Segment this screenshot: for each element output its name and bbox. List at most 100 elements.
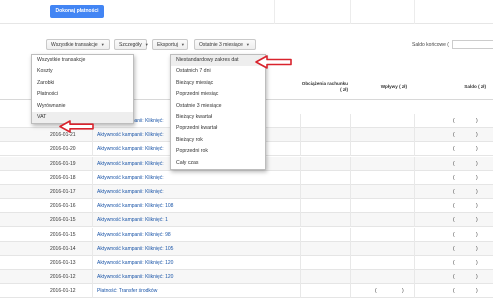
table-row: 2016-01-15 Aktywność kampanii: Kliknięć: … (0, 213, 493, 228)
column-divider (300, 227, 301, 242)
chevron-down-icon: ▼ (180, 42, 185, 47)
row-date: 2016-01-12 (50, 288, 76, 295)
row-description-link[interactable]: Płatność: Transfer środków (97, 288, 157, 294)
column-divider (92, 213, 93, 228)
menu-item[interactable]: Bieżący rok (171, 135, 265, 146)
column-divider (414, 114, 415, 128)
menu-item[interactable]: Bieżący kwartał (171, 112, 265, 123)
column-divider (300, 156, 301, 171)
payments-column-header[interactable]: Wpływy ( zł) (355, 84, 407, 90)
row-date: 2016-01-19 (50, 160, 76, 167)
column-divider (414, 185, 415, 199)
row-description-link[interactable]: Aktywność kampanii: Kliknięć: (97, 161, 164, 167)
menu-item[interactable]: Płatności (32, 89, 133, 100)
row-date: 2016-01-15 (50, 231, 76, 238)
transactions-filter-menu: Wszystkie transakcje Koszty Zarobki Płatnoś… (31, 54, 134, 125)
column-divider (350, 128, 351, 143)
row-description-link[interactable]: Aktywność kampanii: Kliknięć: (97, 189, 164, 195)
menu-item[interactable]: Ostatnich 7 dni (171, 66, 265, 77)
row-description-link[interactable]: Aktywność kampanii: Kliknięć: (97, 175, 164, 181)
menu-item[interactable]: Koszty (32, 66, 133, 77)
menu-item[interactable]: Poprzedni rok (171, 146, 265, 157)
row-description-link[interactable]: Aktywność kampanii: Kliknięć: 120 (97, 260, 173, 266)
menu-item[interactable]: Bieżący miesiąc (171, 78, 265, 89)
row-description-link[interactable]: Aktywność kampanii: Kliknięć: 120 (97, 274, 173, 280)
table-row: 2016-01-18 Aktywność kampanii: Kliknięć: … (0, 170, 493, 185)
payment-amount-close: ) (402, 288, 404, 295)
column-divider (92, 170, 93, 185)
row-date: 2016-01-12 (50, 274, 76, 281)
table-row: 2016-01-15 Aktywność kampanii: Kliknięć: … (0, 227, 493, 242)
column-divider (350, 170, 351, 185)
menu-item[interactable]: Niestandardowy zakres dat (171, 55, 265, 67)
table-row: 2016-01-14 Aktywność kampanii: Kliknięć: … (0, 241, 493, 256)
export-dropdown[interactable]: Eksportuj ▼ (152, 39, 188, 50)
menu-item[interactable]: Wyrównanie (32, 101, 133, 112)
column-divider (92, 284, 93, 298)
balance-amount-close: ) (476, 274, 478, 281)
column-divider (350, 256, 351, 270)
table-row: 2016-01-16 Aktywność kampanii: Kliknięć: … (0, 199, 493, 214)
row-date: 2016-01-17 (50, 189, 76, 195)
column-divider (350, 213, 351, 228)
balance-column-header[interactable]: Saldo ( zł) (430, 84, 486, 90)
make-payment-button[interactable]: Dokonaj płatności (50, 5, 104, 18)
details-label: Szczegóły (119, 42, 142, 48)
details-dropdown[interactable]: Szczegóły ▼ (114, 39, 149, 50)
column-divider (92, 270, 93, 285)
balance-amount-close: ) (476, 288, 478, 295)
column-divider (92, 185, 93, 199)
column-divider (92, 241, 93, 256)
charges-column-header[interactable]: Obciążenia rachunku ( zł) (300, 81, 348, 93)
row-description-link[interactable]: Aktywność kampanii: Kliknięć: 105 (97, 246, 173, 252)
column-divider (350, 142, 351, 157)
column-divider (300, 256, 301, 270)
left-arrow-icon (255, 55, 292, 69)
balance-amount-close: ) (476, 146, 478, 153)
balance-amount-close: ) (476, 260, 478, 266)
menu-item[interactable]: Poprzedni kwartał (171, 123, 265, 134)
column-divider (300, 270, 301, 285)
balance-amount-open: ( (453, 274, 455, 281)
balance-amount-close: ) (476, 174, 478, 181)
menu-item[interactable]: Ostatnie 3 miesiące (171, 101, 265, 112)
payment-amount-open: ( (375, 288, 377, 295)
row-description-link[interactable]: Aktywność kampanii: Kliknięć: 108 (97, 203, 173, 209)
column-divider (414, 256, 415, 270)
balance-amount-close: ) (476, 132, 478, 139)
period-label: Ostatnie 3 miesiące (199, 42, 243, 48)
menu-item[interactable]: Wszystkie transakcje (32, 55, 133, 66)
column-divider (92, 256, 93, 270)
column-divider (300, 284, 301, 298)
row-date: 2016-01-20 (50, 146, 76, 153)
column-divider (92, 199, 93, 214)
row-description-link[interactable]: Aktywność kampanii: Kliknięć: 1 (97, 217, 168, 223)
row-description-link[interactable]: Aktywność kampanii: Kliknięć: (97, 146, 164, 152)
column-divider (414, 213, 415, 228)
menu-item[interactable]: Cały czas (171, 158, 265, 169)
balance-amount-close: ) (476, 118, 478, 124)
balance-amount-close: ) (476, 245, 478, 252)
menu-item[interactable]: Poprzedni miesiąc (171, 89, 265, 100)
row-date: 2016-01-14 (50, 245, 76, 252)
balance-amount-close: ) (476, 160, 478, 167)
balance-amount-open: ( (453, 203, 455, 210)
column-divider (300, 213, 301, 228)
column-divider (350, 227, 351, 242)
row-description-link[interactable]: Aktywność kampanii: Kliknięć: 98 (97, 232, 171, 238)
chevron-down-icon: ▼ (100, 42, 105, 47)
transactions-filter-dropdown[interactable]: Wszystkie transakcje ▼ (46, 39, 110, 50)
menu-item[interactable]: Zarobki (32, 78, 133, 89)
period-dropdown[interactable]: Ostatnie 3 miesiące ▼ (194, 39, 256, 50)
column-divider (414, 199, 415, 214)
row-date: 2016-01-15 (50, 217, 76, 224)
column-divider (92, 142, 93, 157)
balance-amount-open: ( (453, 189, 455, 195)
balance-amount-open: ( (453, 132, 455, 139)
balance-amount-open: ( (453, 260, 455, 266)
table-row: 2016-01-13 Aktywność kampanii: Kliknięć: … (0, 256, 493, 270)
balance-amount-open: ( (453, 174, 455, 181)
balance-amount-open: ( (453, 288, 455, 295)
column-divider (414, 241, 415, 256)
row-description-link[interactable]: Aktywność kampanii: Kliknięć: (97, 132, 164, 138)
